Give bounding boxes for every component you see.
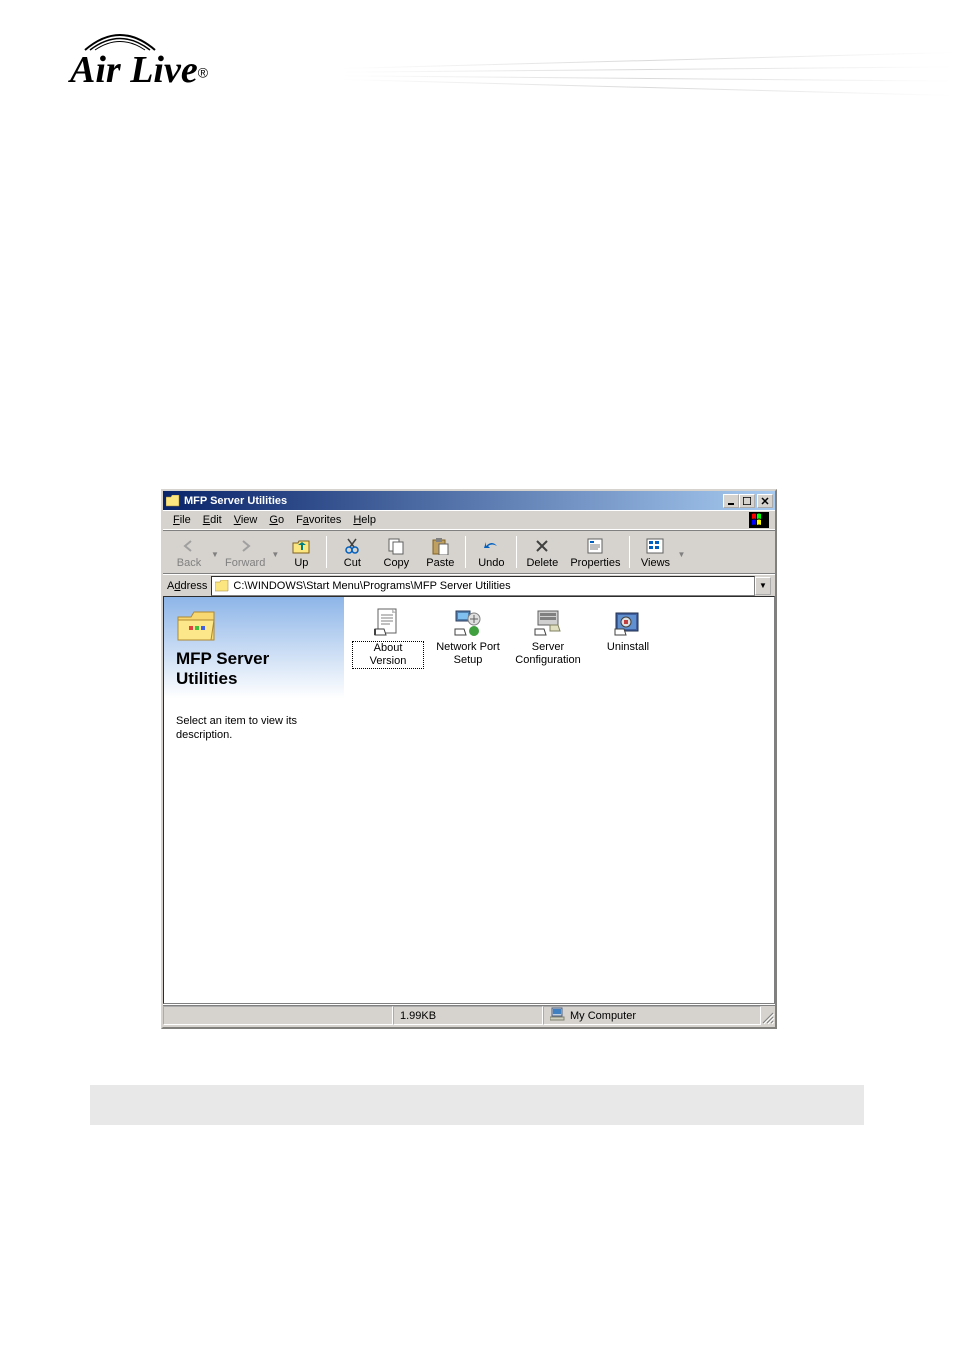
forward-arrow-icon — [235, 536, 255, 556]
file-server-configuration[interactable]: Server Configuration — [512, 607, 584, 667]
status-location-value: My Computer — [570, 1010, 636, 1022]
menu-go[interactable]: Go — [263, 512, 290, 528]
delete-x-icon — [532, 536, 552, 556]
menubar: File Edit View Go Favorites Help — [163, 510, 775, 529]
server-config-icon — [532, 607, 564, 639]
file-label: About Version — [352, 641, 424, 669]
sidebar-title: MFP Server Utilities — [176, 649, 332, 690]
menu-view[interactable]: View — [228, 512, 264, 528]
logo-registered: ® — [198, 64, 208, 80]
file-label: Server Configuration — [512, 641, 584, 667]
close-button[interactable] — [757, 494, 773, 508]
address-input[interactable]: C:\WINDOWS\Start Menu\Programs\MFP Serve… — [211, 576, 755, 596]
paste-label: Paste — [426, 557, 454, 569]
status-size: 1.99KB — [393, 1006, 543, 1025]
undo-label: Undo — [478, 557, 504, 569]
forward-label: Forward — [225, 557, 265, 569]
back-label: Back — [177, 557, 201, 569]
delete-label: Delete — [526, 557, 558, 569]
status-left — [163, 1006, 393, 1025]
forward-dropdown[interactable]: ▼ — [271, 546, 279, 559]
back-dropdown[interactable]: ▼ — [211, 546, 219, 559]
statusbar: 1.99KB My Computer — [163, 1005, 775, 1025]
copy-label: Copy — [384, 557, 410, 569]
delete-button[interactable]: Delete — [520, 534, 564, 571]
window-title: MFP Server Utilities — [184, 495, 723, 507]
up-button[interactable]: Up — [279, 534, 323, 571]
file-uninstall[interactable]: Uninstall — [592, 607, 664, 654]
copy-icon — [386, 536, 406, 556]
scissors-icon — [342, 536, 362, 556]
titlebar: MFP Server Utilities — [163, 491, 775, 510]
views-label: Views — [641, 557, 670, 569]
logo-arc-icon — [80, 25, 160, 55]
up-label: Up — [294, 557, 308, 569]
brand-logo: Air Live® — [70, 30, 270, 100]
properties-icon — [585, 536, 605, 556]
status-location: My Computer — [543, 1006, 761, 1025]
content-area: MFP Server Utilities Select an item to v… — [163, 596, 775, 1004]
menu-file[interactable]: File — [167, 512, 197, 528]
toolbar: Back ▼ Forward ▼ Up Cut Copy Paste Undo — [163, 530, 775, 574]
address-dropdown[interactable]: ▼ — [755, 577, 771, 595]
file-about-version[interactable]: About Version — [352, 607, 424, 669]
menu-help[interactable]: Help — [347, 512, 382, 528]
address-value: C:\WINDOWS\Start Menu\Programs\MFP Serve… — [233, 580, 510, 592]
sidebar-folder-icon — [176, 609, 216, 643]
back-arrow-icon — [179, 536, 199, 556]
header-decoration — [340, 60, 954, 140]
back-button[interactable]: Back — [167, 534, 211, 571]
maximize-button[interactable] — [739, 494, 755, 508]
file-list: About Version Network Port Setup Server … — [344, 597, 774, 1003]
file-label: Uninstall — [607, 641, 649, 654]
undo-icon — [481, 536, 501, 556]
views-button[interactable]: Views — [633, 534, 677, 571]
sidebar-panel: MFP Server Utilities Select an item to v… — [164, 597, 344, 1003]
up-folder-icon — [291, 536, 311, 556]
file-label: Network Port Setup — [432, 641, 504, 667]
views-icon — [645, 536, 665, 556]
logo-text: Air Live — [70, 49, 198, 91]
file-network-port-setup[interactable]: Network Port Setup — [432, 607, 504, 667]
cut-button[interactable]: Cut — [330, 534, 374, 571]
menu-favorites[interactable]: Favorites — [290, 512, 347, 528]
menu-edit[interactable]: Edit — [197, 512, 228, 528]
resize-grip[interactable] — [761, 1011, 775, 1025]
paste-icon — [430, 536, 450, 556]
views-dropdown[interactable]: ▼ — [677, 546, 685, 559]
folder-icon — [165, 493, 181, 509]
copy-button[interactable]: Copy — [374, 534, 418, 571]
folder-small-icon — [214, 578, 230, 594]
sidebar-description: Select an item to view its description. — [176, 714, 332, 743]
windows-flag-icon — [747, 511, 771, 529]
computer-icon — [550, 1007, 566, 1024]
properties-button[interactable]: Properties — [564, 534, 626, 571]
uninstall-icon — [612, 607, 644, 639]
document-icon — [372, 607, 404, 639]
footer-bar — [90, 1085, 864, 1125]
explorer-window: MFP Server Utilities File Edit View Go F… — [161, 489, 777, 1029]
network-setup-icon — [452, 607, 484, 639]
cut-label: Cut — [344, 557, 361, 569]
status-size-value: 1.99KB — [400, 1010, 436, 1022]
paste-button[interactable]: Paste — [418, 534, 462, 571]
forward-button[interactable]: Forward — [219, 534, 271, 571]
undo-button[interactable]: Undo — [469, 534, 513, 571]
addressbar: Address C:\WINDOWS\Start Menu\Programs\M… — [163, 574, 775, 596]
properties-label: Properties — [570, 557, 620, 569]
address-label: Address — [167, 580, 207, 592]
minimize-button[interactable] — [723, 494, 739, 508]
